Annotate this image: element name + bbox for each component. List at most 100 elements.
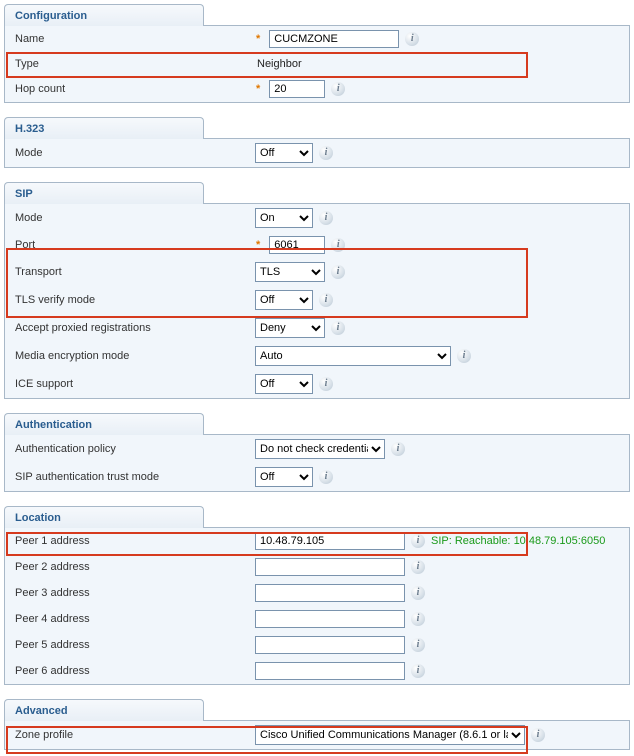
section-body-location: Peer 1 address i SIP: Reachable: 10.48.7…: [4, 527, 630, 685]
section-tab-location: Location: [4, 506, 204, 528]
row-sip-tlsverify: TLS verify mode Off i: [5, 286, 629, 314]
sip-acceptprox-select[interactable]: Deny: [255, 318, 325, 338]
row-sip-acceptprox: Accept proxied registrations Deny i: [5, 314, 629, 342]
row-peer4: Peer 4 address i: [5, 606, 629, 632]
sip-port-input[interactable]: [269, 236, 325, 254]
info-icon[interactable]: i: [319, 377, 333, 391]
row-sip-media: Media encryption mode Auto i: [5, 342, 629, 370]
label-zoneprofile: Zone profile: [5, 727, 255, 743]
row-sip-port: Port * i: [5, 232, 629, 258]
section-body-authentication: Authentication policy Do not check crede…: [4, 434, 630, 492]
auth-siptrust-select[interactable]: Off: [255, 467, 313, 487]
label-sip-ice: ICE support: [5, 376, 255, 392]
section-body-sip: Mode On i Port * i Transport TLS i: [4, 203, 630, 399]
peer1-input[interactable]: [255, 532, 405, 550]
sip-tlsverify-select[interactable]: Off: [255, 290, 313, 310]
info-icon[interactable]: i: [411, 638, 425, 652]
label-name: Name: [5, 31, 255, 47]
peer5-input[interactable]: [255, 636, 405, 654]
label-auth-policy: Authentication policy: [5, 441, 255, 457]
sip-ice-select[interactable]: Off: [255, 374, 313, 394]
peer2-input[interactable]: [255, 558, 405, 576]
info-icon[interactable]: i: [457, 349, 471, 363]
section-location: Location Peer 1 address i SIP: Reachable…: [4, 506, 630, 685]
row-sip-mode: Mode On i: [5, 204, 629, 232]
section-tab-h323: H.323: [4, 117, 204, 139]
section-body-h323: Mode Off i: [4, 138, 630, 168]
label-sip-media: Media encryption mode: [5, 348, 255, 364]
info-icon[interactable]: i: [411, 534, 425, 548]
info-icon[interactable]: i: [411, 560, 425, 574]
required-marker: *: [256, 83, 260, 95]
label-auth-siptrust: SIP authentication trust mode: [5, 469, 255, 485]
sip-mode-select[interactable]: On: [255, 208, 313, 228]
info-icon[interactable]: i: [411, 664, 425, 678]
label-sip-mode: Mode: [5, 210, 255, 226]
section-authentication: Authentication Authentication policy Do …: [4, 413, 630, 492]
section-advanced: Advanced Zone profile Cisco Unified Comm…: [4, 699, 630, 750]
label-type: Type: [5, 56, 255, 72]
section-tab-configuration: Configuration: [4, 4, 204, 26]
row-auth-policy: Authentication policy Do not check crede…: [5, 435, 629, 463]
label-sip-port: Port: [5, 237, 255, 253]
label-peer4: Peer 4 address: [5, 611, 255, 627]
label-sip-transport: Transport: [5, 264, 255, 280]
sip-media-select[interactable]: Auto: [255, 346, 451, 366]
row-peer3: Peer 3 address i: [5, 580, 629, 606]
peer1-status: SIP: Reachable: 10.48.79.105:6050: [431, 535, 605, 547]
row-name: Name * i: [5, 26, 629, 52]
row-auth-siptrust: SIP authentication trust mode Off i: [5, 463, 629, 491]
zoneprofile-select[interactable]: Cisco Unified Communications Manager (8.…: [255, 725, 525, 745]
type-value: Neighbor: [255, 58, 302, 70]
label-peer5: Peer 5 address: [5, 637, 255, 653]
peer6-input[interactable]: [255, 662, 405, 680]
section-configuration: Configuration Name * i Type Neighbor Hop…: [4, 4, 630, 103]
row-peer5: Peer 5 address i: [5, 632, 629, 658]
info-icon[interactable]: i: [405, 32, 419, 46]
sip-transport-select[interactable]: TLS: [255, 262, 325, 282]
row-zoneprofile: Zone profile Cisco Unified Communication…: [5, 721, 629, 749]
label-sip-tlsverify: TLS verify mode: [5, 292, 255, 308]
section-h323: H.323 Mode Off i: [4, 117, 630, 168]
section-tab-authentication: Authentication: [4, 413, 204, 435]
row-sip-ice: ICE support Off i: [5, 370, 629, 398]
peer4-input[interactable]: [255, 610, 405, 628]
page-wrap: Configuration Name * i Type Neighbor Hop…: [4, 4, 630, 750]
row-peer6: Peer 6 address i: [5, 658, 629, 684]
section-tab-sip: SIP: [4, 182, 204, 204]
section-tab-advanced: Advanced: [4, 699, 204, 721]
label-sip-acceptprox: Accept proxied registrations: [5, 320, 255, 336]
info-icon[interactable]: i: [331, 238, 345, 252]
info-icon[interactable]: i: [331, 82, 345, 96]
label-peer1: Peer 1 address: [5, 533, 255, 549]
section-body-configuration: Name * i Type Neighbor Hop count * i: [4, 25, 630, 103]
section-sip: SIP Mode On i Port * i Transport: [4, 182, 630, 399]
name-input[interactable]: [269, 30, 399, 48]
label-hop: Hop count: [5, 81, 255, 97]
row-sip-transport: Transport TLS i: [5, 258, 629, 286]
info-icon[interactable]: i: [319, 470, 333, 484]
label-h323-mode: Mode: [5, 145, 255, 161]
info-icon[interactable]: i: [331, 321, 345, 335]
peer3-input[interactable]: [255, 584, 405, 602]
info-icon[interactable]: i: [319, 211, 333, 225]
row-h323-mode: Mode Off i: [5, 139, 629, 167]
h323-mode-select[interactable]: Off: [255, 143, 313, 163]
info-icon[interactable]: i: [411, 612, 425, 626]
info-icon[interactable]: i: [531, 728, 545, 742]
label-peer2: Peer 2 address: [5, 559, 255, 575]
label-peer6: Peer 6 address: [5, 663, 255, 679]
info-icon[interactable]: i: [319, 146, 333, 160]
section-body-advanced: Zone profile Cisco Unified Communication…: [4, 720, 630, 750]
row-peer2: Peer 2 address i: [5, 554, 629, 580]
info-icon[interactable]: i: [411, 586, 425, 600]
row-hop: Hop count * i: [5, 76, 629, 102]
row-type: Type Neighbor: [5, 52, 629, 76]
info-icon[interactable]: i: [331, 265, 345, 279]
hop-input[interactable]: [269, 80, 325, 98]
required-marker: *: [256, 239, 260, 251]
info-icon[interactable]: i: [319, 293, 333, 307]
row-peer1: Peer 1 address i SIP: Reachable: 10.48.7…: [5, 528, 629, 554]
auth-policy-select[interactable]: Do not check credentials: [255, 439, 385, 459]
info-icon[interactable]: i: [391, 442, 405, 456]
